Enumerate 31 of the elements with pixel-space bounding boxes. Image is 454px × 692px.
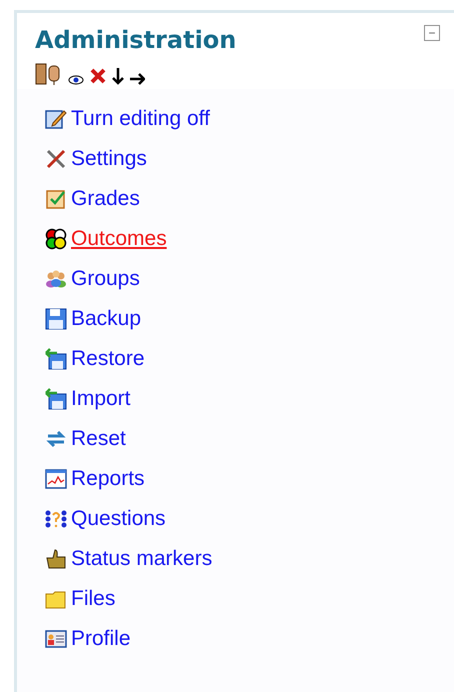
menu-link[interactable]: Questions — [71, 503, 166, 535]
menu-link[interactable]: Files — [71, 583, 116, 615]
clipboard-check-icon — [45, 188, 67, 210]
menu-link[interactable]: Backup — [71, 303, 142, 335]
block-title: Administration — [35, 25, 236, 56]
eye-icon[interactable] — [68, 75, 84, 85]
delete-icon[interactable] — [89, 67, 107, 85]
people-group-icon — [45, 268, 67, 290]
menu-link[interactable]: Groups — [71, 263, 140, 295]
menu-link[interactable]: Restore — [71, 343, 145, 375]
pencil-note-icon — [45, 108, 67, 130]
menu-link[interactable]: Status markers — [71, 543, 212, 575]
floppy-disk-arrow-icon — [45, 348, 67, 370]
menu-link[interactable]: Profile — [71, 623, 131, 655]
menu-link[interactable]: Grades — [71, 183, 140, 215]
menu-link[interactable]: Outcomes — [71, 223, 167, 255]
menu-link[interactable]: Reports — [71, 463, 145, 495]
line-chart-icon — [45, 468, 67, 490]
thumbs-up-icon — [45, 548, 67, 570]
menu-link[interactable]: Turn editing off — [71, 103, 210, 135]
arrow-right-icon[interactable] — [129, 73, 145, 85]
refresh-arrows-icon — [45, 428, 67, 450]
question-dots-icon — [45, 508, 67, 530]
id-card-icon — [45, 628, 67, 650]
arrow-down-icon[interactable] — [112, 67, 124, 85]
floppy-disk-arrow-icon — [45, 388, 67, 410]
menu-link[interactable]: Settings — [71, 143, 147, 175]
menu-link[interactable]: Import — [71, 383, 131, 415]
collapse-button[interactable]: − — [424, 25, 440, 41]
colored-circles-icon — [45, 228, 67, 250]
menu-link[interactable]: Reset — [71, 423, 126, 455]
